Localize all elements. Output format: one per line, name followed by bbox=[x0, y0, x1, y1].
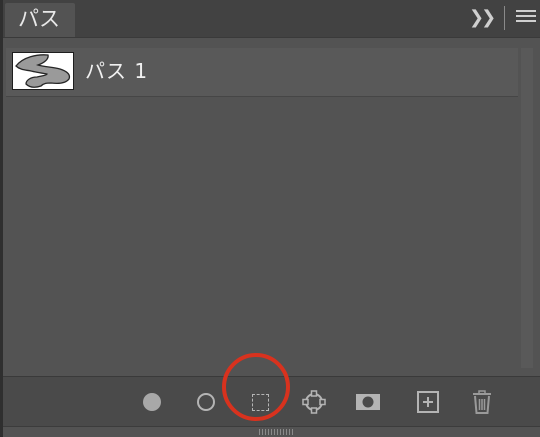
list-scrollbar[interactable] bbox=[521, 48, 533, 368]
collapse-panel-icon[interactable]: ❯❯ bbox=[469, 7, 496, 29]
make-work-path-icon[interactable] bbox=[300, 389, 328, 415]
panel-menu-icon[interactable] bbox=[516, 10, 536, 26]
path-row[interactable]: パス 1 bbox=[6, 48, 518, 97]
resize-grip-icon[interactable] bbox=[259, 429, 295, 435]
fill-path-icon[interactable] bbox=[138, 389, 166, 415]
load-as-selection-icon[interactable] bbox=[246, 389, 274, 415]
paths-panel: パス ❯❯ パス 1 bbox=[3, 0, 540, 437]
tab-paths-label: パス bbox=[18, 7, 60, 31]
panel-toolbar bbox=[3, 376, 540, 427]
panel-tab-bar: パス ❯❯ bbox=[3, 0, 540, 38]
delete-path-icon[interactable] bbox=[468, 389, 496, 415]
panel-resize-footer bbox=[3, 426, 540, 437]
tab-bar-divider bbox=[504, 6, 505, 30]
tab-paths[interactable]: パス bbox=[5, 3, 75, 37]
add-mask-icon[interactable] bbox=[354, 389, 382, 415]
new-path-icon[interactable] bbox=[414, 389, 442, 415]
path-name: パス 1 bbox=[85, 59, 149, 83]
stroke-path-icon[interactable] bbox=[192, 389, 220, 415]
path-thumbnail-icon bbox=[12, 52, 74, 90]
paths-list: パス 1 bbox=[3, 38, 540, 376]
